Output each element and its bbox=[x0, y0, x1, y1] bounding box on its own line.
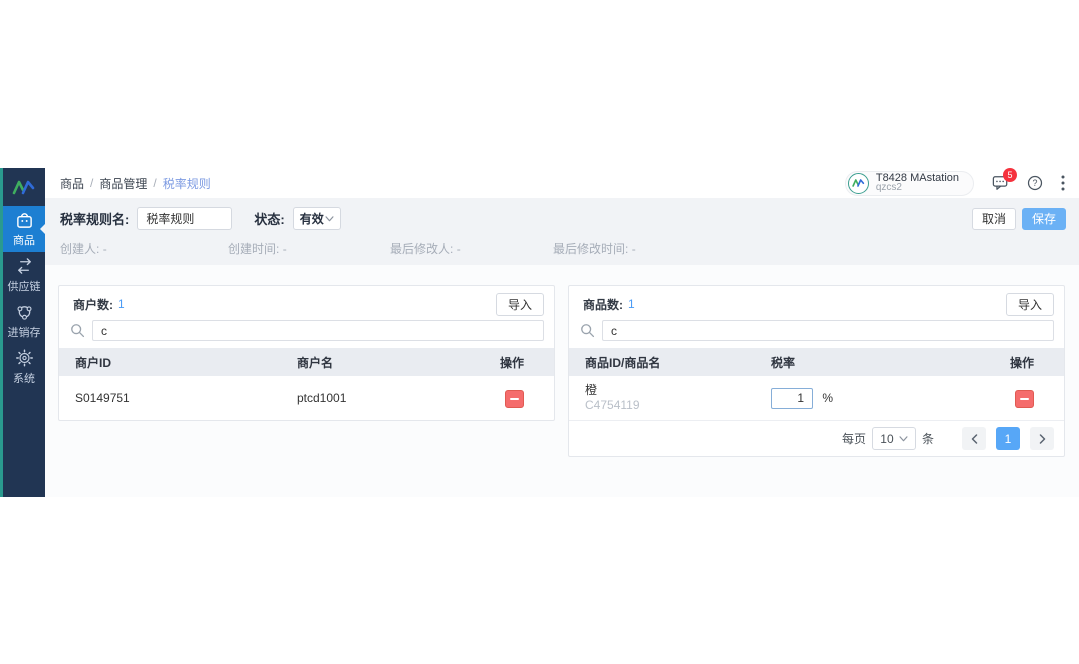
breadcrumb-separator: / bbox=[90, 176, 93, 190]
chevron-down-icon bbox=[325, 216, 334, 222]
last-modified-by-field: 最后修改人: - bbox=[390, 240, 461, 257]
previous-page-button[interactable] bbox=[962, 427, 986, 450]
breadcrumb-goods-management[interactable]: 商品管理 bbox=[99, 175, 147, 192]
merchant-search-input[interactable] bbox=[92, 320, 544, 341]
app-logo[interactable] bbox=[3, 168, 45, 206]
rule-name-label: 税率规则名: bbox=[60, 209, 129, 228]
product-id-name-cell: 橙 C4754119 bbox=[569, 376, 755, 420]
remove-product-button[interactable] bbox=[1015, 390, 1034, 408]
merchant-name-cell: ptcd1001 bbox=[281, 376, 464, 420]
user-info: T8428 MAstation qzcs2 bbox=[876, 173, 959, 193]
sidebar: 商品 供应链 进销存 bbox=[0, 168, 45, 497]
sidebar-item-inventory[interactable]: 进销存 bbox=[3, 298, 45, 344]
kebab-menu-icon bbox=[1061, 175, 1065, 191]
content-area: 商户数: 1 导入 商户ID 商户名 bbox=[45, 265, 1079, 497]
percent-unit-label: % bbox=[822, 391, 833, 405]
breadcrumb-goods[interactable]: 商品 bbox=[60, 175, 84, 192]
breadcrumb-tax-rules: 税率规则 bbox=[163, 175, 211, 192]
product-table: 商品ID/商品名 税率 操作 橙 C4754119 bbox=[569, 348, 1064, 420]
minus-icon bbox=[1020, 398, 1029, 400]
message-count-badge: 5 bbox=[1003, 168, 1017, 182]
merchant-table: 商户ID 商户名 操作 S0149751 ptcd1001 bbox=[59, 348, 554, 420]
created-by-field: 创建人: - bbox=[60, 240, 107, 257]
tax-rate-column-header: 税率 bbox=[755, 348, 944, 376]
last-modified-time-field: 最后修改时间: - bbox=[553, 240, 636, 257]
save-button[interactable]: 保存 bbox=[1022, 208, 1066, 230]
messages-button[interactable]: 5 bbox=[992, 175, 1009, 191]
rule-form-bar: 税率规则名: 状态: 有效 取消 保存 创建人: - 创建 bbox=[45, 198, 1079, 265]
per-page-selected-value: 10 bbox=[880, 432, 893, 446]
tax-rate-cell: % bbox=[755, 376, 944, 420]
merchant-name-column-header: 商户名 bbox=[281, 348, 464, 376]
shopping-bag-icon bbox=[15, 211, 34, 229]
next-page-button[interactable] bbox=[1030, 427, 1054, 450]
pagination-bar: 每页 10 条 1 bbox=[569, 420, 1064, 456]
search-icon bbox=[70, 323, 85, 338]
sidebar-item-label: 系统 bbox=[13, 370, 35, 386]
merchant-panel: 商户数: 1 导入 商户ID 商户名 bbox=[58, 285, 555, 421]
merchant-import-button[interactable]: 导入 bbox=[496, 293, 544, 316]
search-icon bbox=[580, 323, 595, 338]
user-account-chip[interactable]: T8428 MAstation qzcs2 bbox=[845, 171, 974, 196]
product-actions-column-header: 操作 bbox=[944, 348, 1064, 376]
help-button[interactable]: ? bbox=[1027, 175, 1043, 191]
product-count-label: 商品数: bbox=[583, 296, 623, 313]
merchant-table-row: S0149751 ptcd1001 bbox=[59, 376, 554, 420]
sidebar-item-supply-chain[interactable]: 供应链 bbox=[3, 252, 45, 298]
product-id-name-column-header: 商品ID/商品名 bbox=[569, 348, 755, 376]
remove-merchant-button[interactable] bbox=[505, 390, 524, 408]
status-selected-value: 有效 bbox=[300, 210, 324, 227]
chevron-down-icon bbox=[899, 436, 908, 442]
exchange-arrows-icon bbox=[15, 257, 34, 275]
chevron-left-icon bbox=[971, 434, 978, 444]
per-page-suffix-label: 条 bbox=[922, 430, 934, 447]
product-name: 橙 bbox=[585, 383, 755, 398]
main-area: 商品 / 商品管理 / 税率规则 T8428 MAstation qzcs2 bbox=[45, 168, 1079, 497]
status-select[interactable]: 有效 bbox=[293, 207, 341, 230]
created-time-field: 创建时间: - bbox=[228, 240, 287, 257]
product-search-input[interactable] bbox=[602, 320, 1054, 341]
rule-name-input[interactable] bbox=[137, 207, 232, 230]
avatar bbox=[848, 173, 869, 194]
status-label: 状态: bbox=[254, 209, 284, 228]
merchant-id-cell: S0149751 bbox=[59, 376, 281, 420]
merchant-id-column-header: 商户ID bbox=[59, 348, 281, 376]
breadcrumb-separator: / bbox=[153, 176, 156, 190]
tax-rate-input[interactable] bbox=[771, 388, 813, 409]
product-panel: 商品数: 1 导入 商品ID/商品名 税率 bbox=[568, 285, 1065, 457]
minus-icon bbox=[510, 398, 519, 400]
chevron-right-icon bbox=[1039, 434, 1046, 444]
sidebar-item-label: 进销存 bbox=[8, 324, 41, 340]
sidebar-item-label: 供应链 bbox=[8, 278, 41, 294]
gear-icon bbox=[15, 349, 34, 367]
current-page-button[interactable]: 1 bbox=[996, 427, 1020, 450]
more-options-button[interactable] bbox=[1061, 175, 1065, 191]
svg-text:?: ? bbox=[1033, 178, 1038, 188]
product-id: C4754119 bbox=[585, 398, 755, 413]
topbar: 商品 / 商品管理 / 税率规则 T8428 MAstation qzcs2 bbox=[45, 168, 1079, 198]
question-circle-icon: ? bbox=[1027, 175, 1043, 191]
product-import-button[interactable]: 导入 bbox=[1006, 293, 1054, 316]
share-nodes-icon bbox=[15, 303, 34, 321]
avatar-logo-icon bbox=[852, 178, 865, 188]
sidebar-item-goods[interactable]: 商品 bbox=[3, 206, 45, 252]
product-table-row: 橙 C4754119 % bbox=[569, 376, 1064, 420]
per-page-prefix-label: 每页 bbox=[842, 430, 866, 447]
logo-icon bbox=[12, 179, 36, 196]
app-window: 商品 供应链 进销存 bbox=[0, 168, 1079, 497]
per-page-select[interactable]: 10 bbox=[872, 427, 916, 450]
merchant-count-label: 商户数: bbox=[73, 296, 113, 313]
sidebar-item-label: 商品 bbox=[13, 232, 35, 248]
merchant-actions-column-header: 操作 bbox=[464, 348, 554, 376]
user-subname: qzcs2 bbox=[876, 183, 959, 193]
product-count-value: 1 bbox=[628, 297, 635, 311]
sidebar-item-system[interactable]: 系统 bbox=[3, 344, 45, 390]
cancel-button[interactable]: 取消 bbox=[972, 208, 1016, 230]
merchant-count-value: 1 bbox=[118, 297, 125, 311]
